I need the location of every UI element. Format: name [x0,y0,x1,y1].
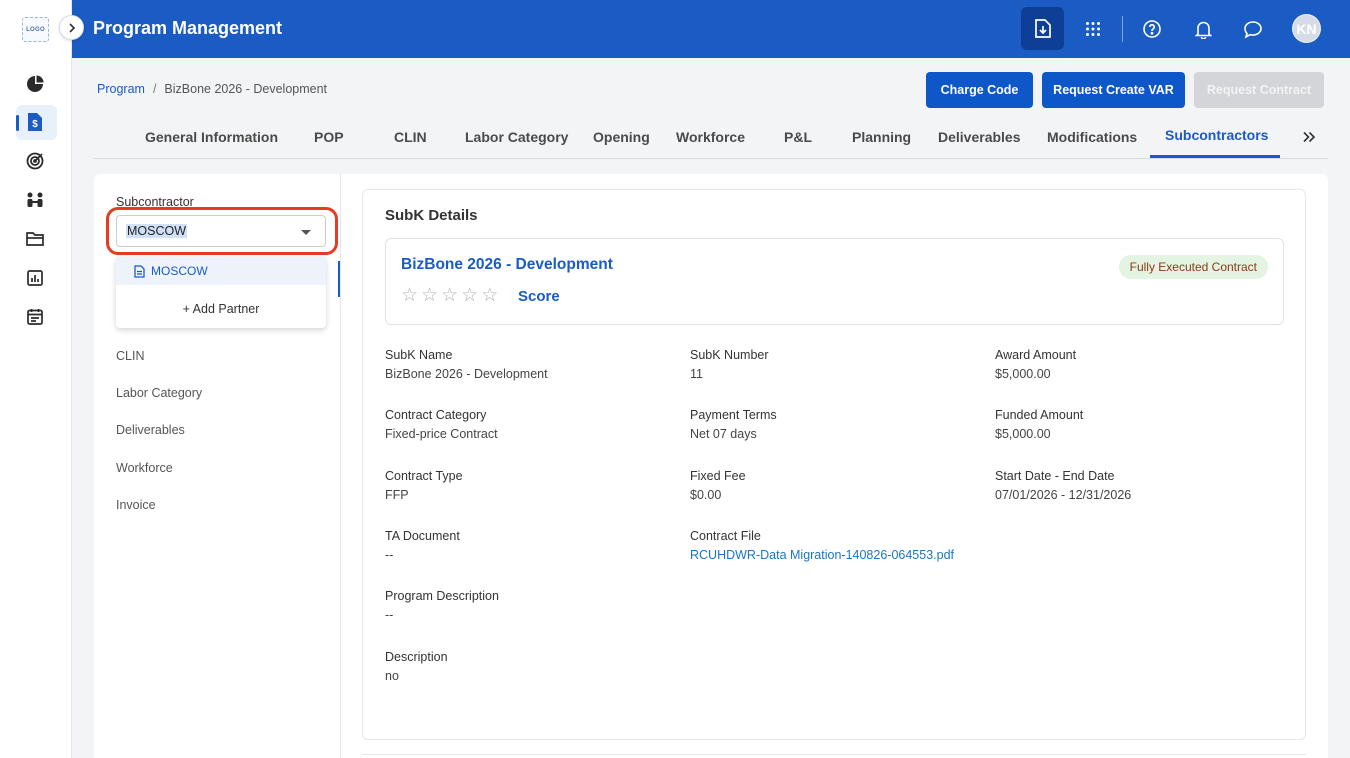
side-link-deliverables[interactable]: Deliverables [116,423,185,437]
subcontractor-dropdown: MOSCOW + Add Partner [116,257,326,328]
field-start-end-date: Start Date - End Date 07/01/2026 - 12/31… [995,469,1132,502]
tab-clin[interactable]: CLIN [394,129,427,145]
document-icon [134,264,145,278]
rating-stars[interactable]: ☆ ☆ ☆ ☆ ☆ [401,286,498,306]
tab-modifications[interactable]: Modifications [1047,129,1137,145]
status-badge: Fully Executed Contract [1118,255,1268,279]
calendar-icon[interactable] [24,305,46,327]
request-contract-button[interactable]: Request Contract [1194,72,1324,108]
field-subk-number: SubK Number 11 [690,348,769,381]
side-link-workforce[interactable]: Workforce [116,461,173,475]
star-icon[interactable]: ☆ [481,286,498,306]
target-icon[interactable] [24,150,46,172]
report-icon[interactable] [24,267,46,289]
focus-highlight [106,207,338,255]
star-icon[interactable]: ☆ [461,286,478,306]
tab-deliverables[interactable]: Deliverables [938,129,1021,145]
svg-text:$: $ [32,119,38,130]
field-contract-file: Contract File RCUHDWR-Data Migration-140… [690,529,980,562]
left-rail: LOGO $ [0,0,72,758]
field-contract-type: Contract Type FFP [385,469,463,502]
help-icon[interactable] [1137,14,1167,44]
star-icon[interactable]: ☆ [421,286,438,306]
dropdown-option[interactable]: MOSCOW [116,257,326,285]
field-funded-amount: Funded Amount $5,000.00 [995,408,1084,441]
field-program-description: Program Description -- [385,589,499,622]
tab-planning[interactable]: Planning [852,129,911,145]
user-avatar[interactable]: KN [1292,14,1321,43]
tab-labor-category[interactable]: Labor Category [465,129,568,145]
bell-icon[interactable] [1188,14,1218,44]
tab-opening[interactable]: Opening [593,129,650,145]
field-payment-terms: Payment Terms Net 07 days [690,408,777,441]
breadcrumb-program-link[interactable]: Program [97,82,145,96]
star-icon[interactable]: ☆ [441,286,458,306]
content-card: Subcontractor MOSCOW MOSCOW + Add Partne… [94,174,1328,758]
pie-chart-icon[interactable] [24,73,46,95]
field-subk-name: SubK Name BizBone 2026 - Development [385,348,548,381]
header-divider [1122,16,1123,42]
panel-scrollbar[interactable] [338,261,340,297]
subk-details-title: SubK Details [385,207,478,224]
more-tabs-button[interactable] [1303,130,1316,148]
subcontractor-panel: Subcontractor MOSCOW MOSCOW + Add Partne… [94,174,341,758]
document-dollar-icon[interactable]: $ [24,111,46,133]
tab-subcontractors[interactable]: Subcontractors [1165,127,1268,143]
contract-file-link[interactable]: RCUHDWR-Data Migration-140826-064553.pdf [690,548,980,562]
field-description: Description no [385,650,448,683]
breadcrumb-current: BizBone 2026 - Development [164,82,328,96]
side-link-clin[interactable]: CLIN [116,349,144,363]
chevron-right-icon [68,22,75,33]
subk-summary-card: BizBone 2026 - Development ☆ ☆ ☆ ☆ ☆ Sco… [385,238,1284,325]
side-link-labor-category[interactable]: Labor Category [116,386,202,400]
field-award-amount: Award Amount $5,000.00 [995,348,1077,381]
star-icon[interactable]: ☆ [401,286,418,306]
add-partner-button[interactable]: + Add Partner [116,302,326,316]
tab-pl[interactable]: P&L [784,129,812,145]
chat-icon[interactable] [1238,14,1268,44]
field-fixed-fee: Fixed Fee $0.00 [690,469,746,502]
rail-active-indicator [16,115,19,131]
request-create-var-button[interactable]: Request Create VAR [1042,72,1185,108]
side-link-invoice[interactable]: Invoice [116,498,156,512]
folder-icon[interactable] [24,228,46,250]
sidebar-expand-button[interactable] [59,15,84,40]
subk-details-section: SubK Details BizBone 2026 - Development … [362,189,1306,740]
download-icon [1034,19,1051,38]
active-tab-indicator [1150,155,1280,158]
app-title: Program Management [93,18,283,38]
charge-code-button[interactable]: Charge Code [926,72,1033,108]
breadcrumb: Program / BizBone 2026 - Development [97,82,328,96]
tab-general-information[interactable]: General Information [145,129,278,145]
subk-card-title[interactable]: BizBone 2026 - Development [401,256,613,274]
score-link[interactable]: Score [518,288,560,305]
tab-pop[interactable]: POP [314,129,344,145]
double-chevron-right-icon [1303,131,1316,143]
tab-workforce[interactable]: Workforce [676,129,745,145]
tab-bar: General Information POP CLIN Labor Categ… [94,116,1328,159]
section-divider [362,754,1306,755]
download-button[interactable] [1021,7,1064,50]
field-ta-document: TA Document -- [385,529,460,562]
field-contract-category: Contract Category Fixed-price Contract [385,408,498,441]
apps-grid-icon[interactable] [1078,14,1108,44]
team-icon[interactable] [24,189,46,211]
app-logo: LOGO [22,17,49,42]
top-header: Program Management KN [72,0,1350,58]
